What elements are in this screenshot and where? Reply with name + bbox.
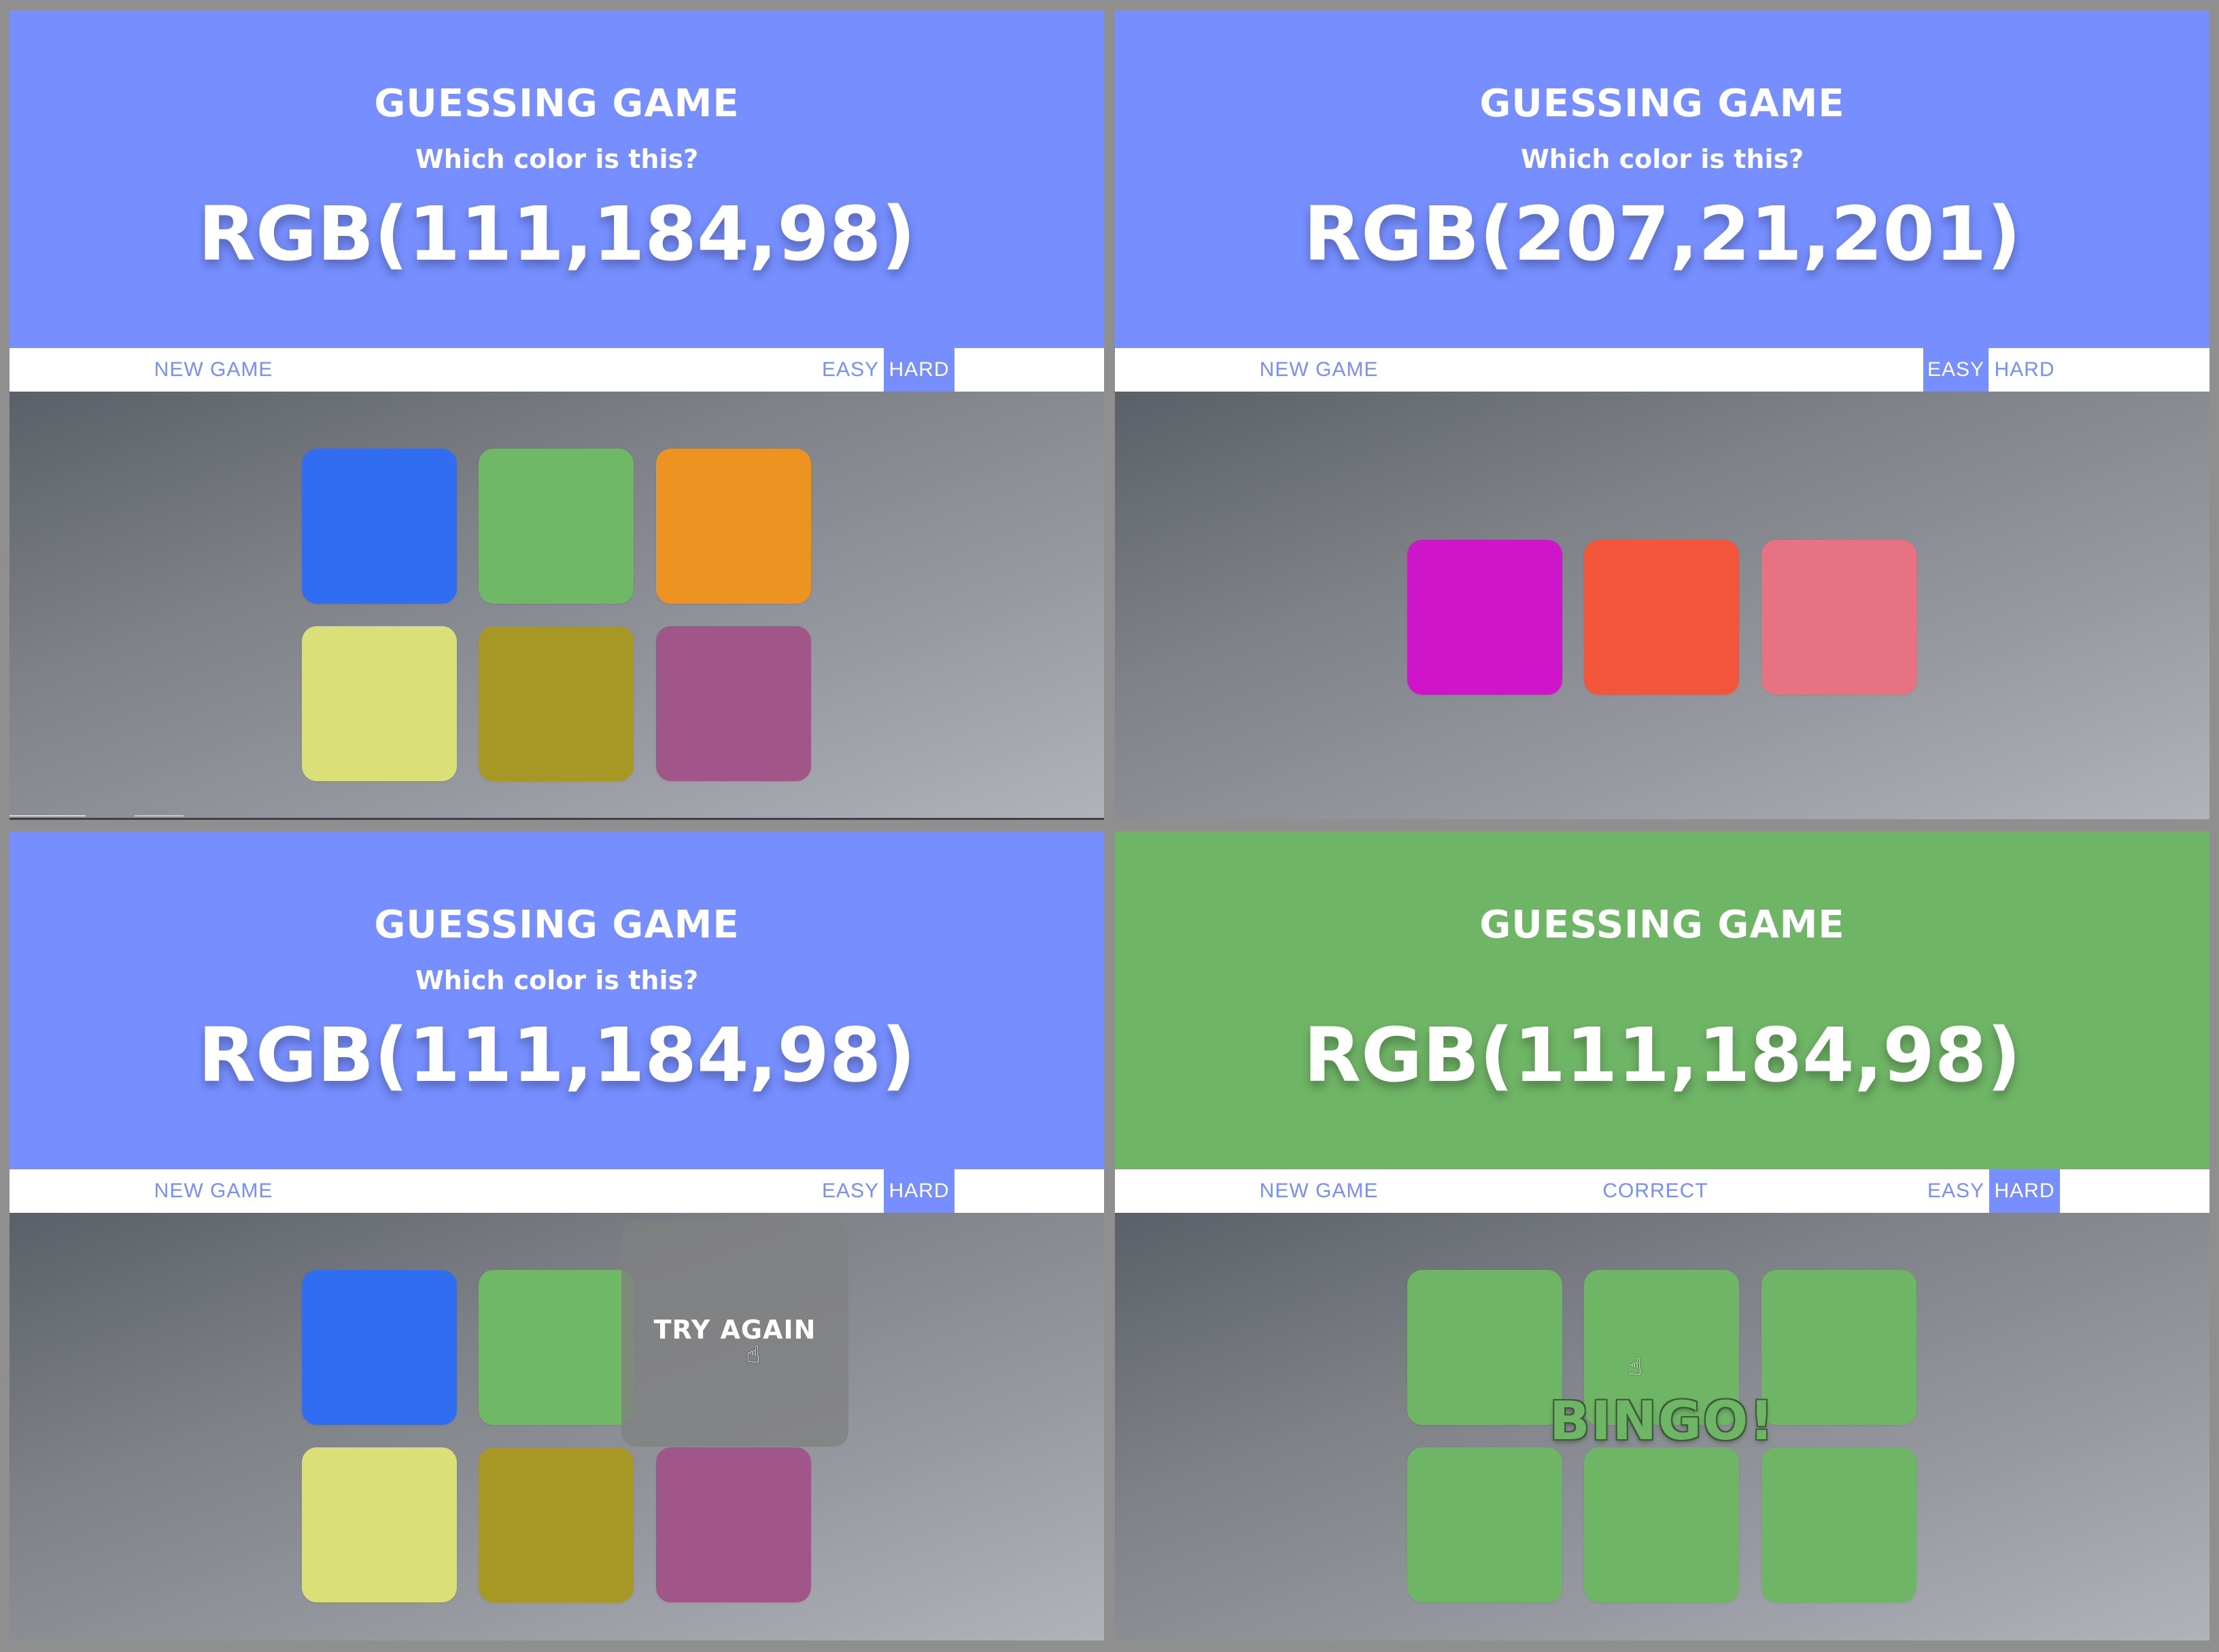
game-screenshot-grid: GUESSING GAME Which color is this? RGB(1…	[0, 0, 2219, 1652]
color-board	[1115, 392, 2209, 819]
game-header: GUESSING GAME Which color is this? RGB(1…	[10, 10, 1104, 348]
hand-cursor-icon: ☝	[746, 1341, 761, 1369]
color-square[interactable]	[302, 449, 457, 604]
guessing-game-panel-2: GUESSING GAME Which color is this? RGB(2…	[1115, 10, 2209, 819]
game-subtitle: Which color is this?	[415, 144, 699, 174]
game-status-message	[400, 1169, 700, 1213]
game-navbar: NEW GAME EASY HARD	[10, 1169, 1104, 1213]
target-rgb-value: RGB(207,21,201)	[1303, 190, 2021, 277]
new-game-button[interactable]: NEW GAME	[1241, 348, 1397, 392]
page-title: GUESSING GAME	[374, 903, 740, 947]
game-subtitle: Which color is this?	[1520, 144, 1804, 174]
page-title: GUESSING GAME	[374, 82, 740, 126]
bingo-text: BINGO!	[1549, 1391, 1775, 1452]
game-header: GUESSING GAME RGB(111,184,98)	[1115, 831, 2209, 1169]
color-board: TRY AGAIN ☝	[10, 1213, 1104, 1640]
panel-divider-highlight	[10, 815, 86, 816]
hard-mode-button[interactable]: HARD	[884, 348, 954, 392]
new-game-button[interactable]: NEW GAME	[1241, 1169, 1397, 1213]
new-game-button[interactable]: NEW GAME	[135, 1169, 292, 1213]
color-square[interactable]	[1584, 1447, 1739, 1602]
target-rgb-value: RGB(111,184,98)	[198, 1012, 916, 1099]
color-square[interactable]	[656, 626, 811, 781]
try-again-overlay[interactable]: TRY AGAIN ☝	[621, 1221, 848, 1447]
color-square[interactable]	[656, 1447, 811, 1602]
panel-divider-highlight	[135, 815, 184, 816]
game-status-message: CORRECT	[1602, 1180, 1708, 1202]
color-square[interactable]	[1584, 540, 1739, 695]
guessing-game-panel-4: GUESSING GAME RGB(111,184,98) NEW GAME C…	[1115, 831, 2209, 1640]
panel-divider	[10, 818, 1104, 820]
hard-mode-button[interactable]: HARD	[1989, 348, 2060, 392]
color-square[interactable]	[1407, 1447, 1562, 1602]
hard-mode-button[interactable]: HARD	[1989, 1169, 2060, 1213]
color-square[interactable]	[1407, 540, 1562, 695]
game-navbar: NEW GAME CORRECT EASY HARD	[1115, 1169, 2209, 1213]
target-rgb-value: RGB(111,184,98)	[1303, 1012, 2021, 1099]
easy-mode-button[interactable]: EASY	[1923, 348, 1989, 392]
easy-mode-button[interactable]: EASY	[818, 1169, 883, 1213]
color-square[interactable]	[1761, 540, 1916, 695]
color-square[interactable]	[1761, 1447, 1916, 1602]
color-square[interactable]	[656, 449, 811, 604]
color-board: ☝ BINGO!	[1115, 1213, 2209, 1640]
try-again-text: TRY AGAIN	[653, 1315, 816, 1345]
page-title: GUESSING GAME	[1479, 903, 1845, 947]
game-subtitle: Which color is this?	[415, 965, 699, 995]
game-status-message	[1506, 348, 1805, 392]
game-header: GUESSING GAME Which color is this? RGB(1…	[10, 831, 1104, 1169]
game-navbar: NEW GAME EASY HARD	[10, 348, 1104, 392]
color-square[interactable]	[302, 1447, 457, 1602]
color-square[interactable]	[479, 626, 634, 781]
game-header: GUESSING GAME Which color is this? RGB(2…	[1115, 10, 2209, 348]
color-square[interactable]	[302, 1270, 457, 1425]
easy-mode-button[interactable]: EASY	[818, 348, 883, 392]
color-board	[10, 392, 1104, 819]
page-title: GUESSING GAME	[1479, 82, 1845, 126]
guessing-game-panel-3: GUESSING GAME Which color is this? RGB(1…	[10, 831, 1104, 1640]
guessing-game-panel-1: GUESSING GAME Which color is this? RGB(1…	[10, 10, 1104, 819]
target-rgb-value: RGB(111,184,98)	[198, 190, 916, 277]
game-status-message	[400, 348, 700, 392]
color-square[interactable]	[302, 626, 457, 781]
hard-mode-button[interactable]: HARD	[884, 1169, 954, 1213]
color-square[interactable]	[479, 449, 634, 604]
easy-mode-button[interactable]: EASY	[1923, 1169, 1989, 1213]
new-game-button[interactable]: NEW GAME	[135, 348, 292, 392]
game-navbar: NEW GAME EASY HARD	[1115, 348, 2209, 392]
color-square[interactable]	[479, 1447, 634, 1602]
hand-cursor-icon: ☝	[1628, 1354, 1642, 1381]
color-square[interactable]	[479, 1270, 634, 1425]
